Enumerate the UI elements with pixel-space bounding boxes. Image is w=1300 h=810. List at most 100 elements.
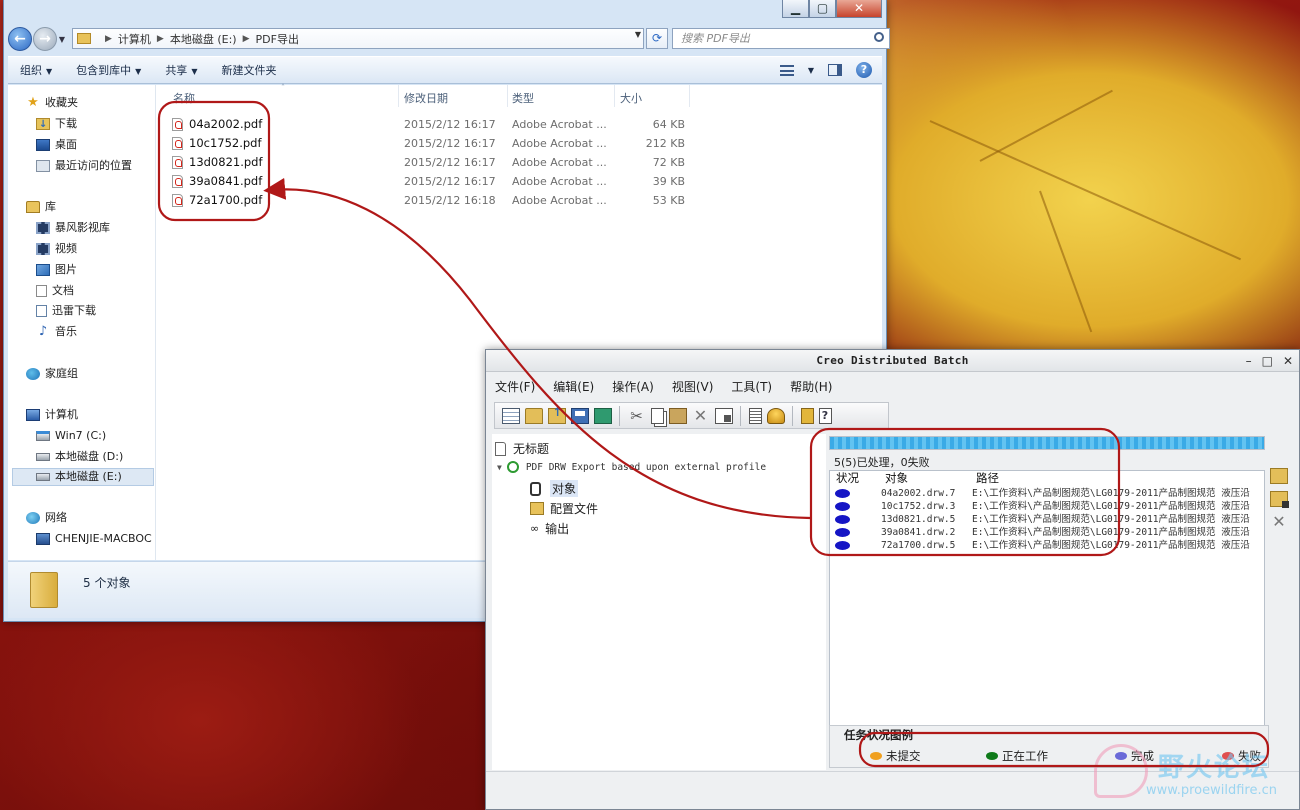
file-size: 53 KB [652, 194, 685, 207]
report-icon[interactable] [748, 407, 762, 424]
refresh-button[interactable]: ⟳ [646, 28, 668, 49]
minimize-button[interactable]: – [1246, 350, 1252, 372]
view-controls: ▼ ? [779, 62, 872, 78]
add-object-icon[interactable] [1270, 468, 1288, 484]
help-icon[interactable]: ? [856, 62, 872, 78]
nav-downloads[interactable]: 下载 [36, 115, 77, 134]
nav-network[interactable]: 网络 [26, 509, 67, 527]
file-row[interactable]: 13d0821.pdf 2015/2/12 16:17 Adobe Acroba… [157, 153, 882, 172]
menu-tools[interactable]: 工具(T) [722, 378, 781, 395]
organize-button[interactable]: 组织 ▼ [8, 62, 64, 78]
properties-icon[interactable] [714, 407, 733, 424]
close-button[interactable]: ✕ [1283, 350, 1293, 372]
job-row[interactable]: 04a2002.drw.7 E:\工作资料\产品制图规范\LG0179-2011产… [830, 487, 1264, 500]
column-header-path[interactable]: 路径 [976, 471, 999, 486]
column-divider[interactable] [398, 85, 399, 107]
column-header-type[interactable]: 类型 [512, 90, 534, 106]
save-all-icon[interactable] [593, 407, 612, 424]
share-button[interactable]: 共享 ▼ [153, 62, 209, 78]
breadcrumb-pdf-export[interactable]: PDF导出 [256, 31, 299, 47]
menu-operations[interactable]: 操作(A) [603, 378, 663, 395]
search-placeholder: 搜索 PDF导出 [681, 32, 750, 45]
back-button[interactable]: ← [8, 27, 32, 51]
search-input[interactable]: 搜索 PDF导出 [672, 28, 890, 49]
recent-pages-dropdown[interactable]: ▼ [57, 35, 67, 44]
job-row[interactable]: 13d0821.drw.5 E:\工作资料\产品制图规范\LG0179-2011产… [830, 513, 1264, 526]
nav-computer[interactable]: 计算机 [26, 406, 78, 424]
window-title: Creo Distributed Batch [486, 350, 1299, 372]
nav-music[interactable]: ♪ 音乐 [36, 323, 77, 341]
nav-homegroup[interactable]: 家庭组 [26, 365, 78, 383]
new-task-icon[interactable] [501, 407, 520, 424]
menu-view[interactable]: 视图(V) [663, 378, 723, 395]
nav-drive-c[interactable]: Win7 (C:) [36, 427, 106, 445]
manual-icon[interactable] [800, 407, 814, 424]
paste-icon[interactable] [668, 407, 687, 424]
nav-documents[interactable]: 文档 [36, 282, 74, 300]
menu-edit[interactable]: 编辑(E) [544, 378, 603, 395]
run-task-icon[interactable] [766, 407, 785, 424]
file-row[interactable]: 72a1700.pdf 2015/2/12 16:18 Adobe Acroba… [157, 191, 882, 210]
status-dot [835, 541, 850, 550]
column-header-date[interactable]: 修改日期 [404, 90, 448, 106]
breadcrumb-drive-e[interactable]: 本地磁盘 (E:) [170, 31, 237, 47]
nav-pictures[interactable]: 图片 [36, 261, 77, 279]
nav-drive-e[interactable]: 本地磁盘 (E:) [12, 468, 154, 486]
nav-thunder-downloads[interactable]: 迅雷下载 [36, 302, 96, 320]
address-box[interactable]: ▶ 计算机 ▶ 本地磁盘 (E:) ▶ PDF导出 ▼ [72, 28, 644, 49]
job-row[interactable]: 10c1752.drw.3 E:\工作资料\产品制图规范\LG0179-2011产… [830, 500, 1264, 513]
delete-icon[interactable]: ✕ [692, 407, 710, 424]
cut-icon[interactable]: ✂ [628, 408, 646, 424]
copy-icon[interactable] [650, 407, 664, 424]
job-path: E:\工作资料\产品制图规范\LG0179-2011产品制图规范 液压沿 [972, 540, 1250, 551]
context-help-icon[interactable]: ? [818, 407, 832, 424]
column-header-object[interactable]: 对象 [885, 471, 908, 486]
nav-recent-places[interactable]: 最近访问的位置 [36, 157, 132, 175]
column-divider[interactable] [614, 85, 615, 107]
nav-baofeng-library[interactable]: 暴风影视库 [36, 219, 110, 237]
navigation-pane: ★ 收藏夹 下载 桌面 最近访问的位置 库 暴风影视库 视频 图片 文档 迅雷下载… [8, 85, 156, 560]
nav-libraries[interactable]: 库 [26, 198, 56, 216]
close-button[interactable]: ✕ [836, 0, 882, 18]
tree-root[interactable]: 无标题 [495, 440, 549, 457]
remove-object-icon[interactable]: ✕ [1270, 514, 1288, 530]
maximize-button[interactable]: □ [1262, 350, 1273, 372]
tree-output[interactable]: ∞ 输出 [530, 520, 569, 537]
open-recent-icon[interactable] [547, 405, 566, 424]
job-row[interactable]: 39a0841.drw.2 E:\工作资料\产品制图规范\LG0179-2011产… [830, 526, 1264, 539]
tree-task[interactable]: ▼ PDF DRW Export based upon external prof… [497, 461, 766, 473]
forward-button[interactable]: → [33, 27, 57, 51]
file-row[interactable]: 04a2002.pdf 2015/2/12 16:17 Adobe Acroba… [157, 115, 882, 134]
breadcrumb-computer[interactable]: 计算机 [118, 31, 151, 47]
save-icon[interactable] [570, 407, 589, 424]
column-header-name[interactable]: 名称 [173, 90, 195, 106]
tree-objects[interactable]: 对象 [530, 480, 579, 497]
nav-network-pc[interactable]: CHENJIE-MACBOC [36, 530, 152, 548]
include-in-library-button[interactable]: 包含到库中 ▼ [64, 62, 153, 78]
maximize-button[interactable]: ▢ [809, 0, 836, 18]
new-folder-button[interactable]: 新建文件夹 [209, 62, 288, 78]
file-row[interactable]: 10c1752.pdf 2015/2/12 16:17 Adobe Acroba… [157, 134, 882, 153]
object-settings-icon[interactable] [1270, 491, 1289, 508]
minimize-button[interactable]: ▁ [782, 0, 809, 18]
column-divider[interactable] [507, 85, 508, 107]
nav-label: 收藏夹 [45, 96, 78, 109]
preview-pane-icon[interactable] [828, 64, 842, 76]
expand-arrow-icon[interactable]: ▼ [497, 463, 502, 472]
view-options-icon[interactable] [779, 64, 794, 76]
tree-config[interactable]: 配置文件 [530, 500, 598, 517]
nav-favorites[interactable]: ★ 收藏夹 [26, 94, 78, 112]
nav-drive-d[interactable]: 本地磁盘 (D:) [36, 448, 123, 466]
menu-file[interactable]: 文件(F) [486, 378, 544, 395]
column-divider[interactable] [689, 85, 690, 107]
nav-desktop[interactable]: 桌面 [36, 136, 77, 154]
menu-help[interactable]: 帮助(H) [781, 378, 841, 395]
nav-videos[interactable]: 视频 [36, 240, 77, 258]
file-row[interactable]: 39a0841.pdf 2015/2/12 16:17 Adobe Acroba… [157, 172, 882, 191]
job-row[interactable]: 72a1700.drw.5 E:\工作资料\产品制图规范\LG0179-2011产… [830, 539, 1264, 552]
open-icon[interactable] [524, 407, 543, 424]
chevron-down-icon[interactable]: ▼ [635, 30, 641, 39]
chevron-down-icon[interactable]: ▼ [808, 66, 814, 75]
column-header-size[interactable]: 大小 [620, 90, 642, 106]
column-header-status[interactable]: 状况 [836, 471, 859, 486]
